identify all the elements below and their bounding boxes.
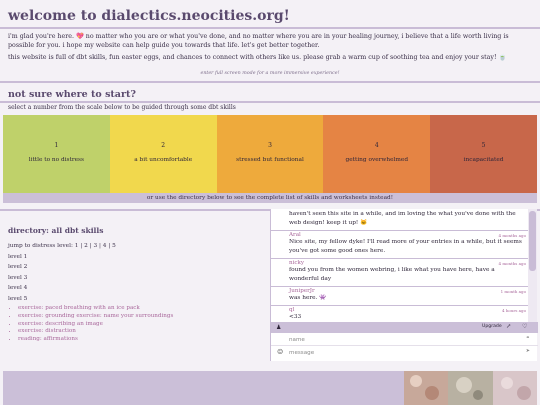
chat-toolbar: ♟ Upgrade ↗ ♡ bbox=[271, 322, 538, 333]
scale-level-1[interactable]: 1 little to no distress bbox=[3, 115, 110, 193]
chat-message: Aral 4 months ago Nice site, my fellow d… bbox=[271, 231, 529, 259]
jump-link-3[interactable]: 3 bbox=[93, 243, 97, 249]
scale-number: 1 bbox=[54, 142, 59, 149]
upgrade-link[interactable]: Upgrade bbox=[482, 324, 502, 329]
chat-message-text: <33 bbox=[289, 314, 302, 320]
message-row: ☺ ➤ bbox=[271, 346, 538, 359]
scale-number: 2 bbox=[161, 142, 166, 149]
jump-prefix: jump to distress level: bbox=[8, 243, 73, 249]
intro-text: i'm glad you're here. 💖 no matter who yo… bbox=[8, 33, 509, 49]
scale-label: getting overwhelmed bbox=[345, 157, 409, 163]
level-heading-5: level 5 bbox=[8, 295, 28, 302]
level-heading-2: level 2 bbox=[8, 264, 28, 270]
distress-scale: 1 little to no distress 2 a bit uncomfor… bbox=[3, 115, 537, 193]
user-icon[interactable]: ♟ bbox=[276, 324, 281, 331]
level-heading-3: level 3 bbox=[8, 274, 28, 281]
scale-number: 5 bbox=[481, 142, 486, 149]
exercise-list: exercise: paced breathing with an ice pa… bbox=[8, 305, 258, 344]
jump-link-4[interactable]: 4 bbox=[103, 243, 107, 249]
scrollbar-thumb[interactable] bbox=[529, 211, 536, 271]
fullscreen-note: enter full screen mode for a more immers… bbox=[200, 71, 340, 76]
exercise-link[interactable]: exercise: distraction bbox=[18, 328, 258, 336]
directory-link-bar[interactable]: or use the directory below to see the co… bbox=[3, 193, 537, 203]
scale-level-4[interactable]: 4 getting overwhelmed bbox=[323, 115, 431, 193]
start-divider bbox=[0, 101, 540, 103]
intro-text-2: this website is full of dbt skills, fun … bbox=[8, 54, 507, 61]
heart-icon[interactable]: ♡ bbox=[522, 323, 527, 330]
scale-label: a bit uncomfortable bbox=[134, 157, 193, 163]
chat-message: haven't seen this site in a while, and i… bbox=[271, 209, 529, 231]
chat-message: JuniperJr 1 month ago was here. 👾 bbox=[271, 287, 529, 306]
jump-link-1[interactable]: 1 bbox=[75, 243, 79, 249]
scale-level-2[interactable]: 2 a bit uncomfortable bbox=[109, 115, 217, 193]
key-icon[interactable]: ⚭ bbox=[526, 335, 530, 341]
exercise-link[interactable]: exercise: describing an image bbox=[18, 321, 258, 329]
chat-timestamp: 4 months ago bbox=[498, 261, 526, 266]
chat-message-text: haven't seen this site in a while, and i… bbox=[289, 211, 516, 226]
chat-timestamp: 4 months ago bbox=[498, 233, 526, 238]
chat-message: ql 4 hours ago <33 bbox=[271, 306, 529, 322]
jump-link-2[interactable]: 2 bbox=[84, 243, 88, 249]
scale-level-5[interactable]: 5 incapacitated bbox=[430, 115, 537, 193]
scale-level-3[interactable]: 3 stressed but functional bbox=[216, 115, 324, 193]
popout-icon[interactable]: ↗ bbox=[506, 323, 511, 330]
chat-timestamp: 4 hours ago bbox=[502, 308, 526, 313]
name-input[interactable] bbox=[289, 335, 509, 344]
page-title: welcome to dialectics.neocities.org! bbox=[8, 8, 290, 24]
chat-form: ⚭ ☺ ➤ bbox=[271, 333, 538, 361]
chat-scrollbar[interactable] bbox=[528, 209, 537, 322]
emoji-icon[interactable]: ☺ bbox=[277, 348, 283, 356]
exercise-link[interactable]: exercise: paced breathing with an ice pa… bbox=[18, 305, 258, 313]
chat-timestamp: 1 month ago bbox=[500, 289, 526, 294]
level-heading-4: level 4 bbox=[8, 285, 28, 291]
directory-title: directory: all dbt skills bbox=[8, 226, 104, 235]
chat-message-text: found you from the women webring, i like… bbox=[289, 267, 495, 282]
jump-to-level: jump to distress level: 1 | 2 | 3 | 4 | … bbox=[8, 243, 116, 249]
chat-message-text: was here. 👾 bbox=[289, 295, 327, 301]
scale-label: stressed but functional bbox=[236, 157, 304, 163]
footer-photo-collage bbox=[404, 371, 537, 405]
chat-message-text: Nice site, my fellow dyke! I'll read mor… bbox=[289, 239, 522, 254]
chat-message-list: haven't seen this site in a while, and i… bbox=[271, 209, 529, 322]
message-input[interactable] bbox=[289, 348, 509, 357]
chat-message: nicky 4 months ago found you from the wo… bbox=[271, 259, 529, 287]
title-divider bbox=[0, 27, 540, 29]
header: welcome to dialectics.neocities.org! i'm… bbox=[0, 0, 540, 83]
chatbox: haven't seen this site in a while, and i… bbox=[270, 209, 538, 361]
exercise-link[interactable]: reading: affirmations bbox=[18, 336, 258, 344]
exercise-link[interactable]: exercise: grounding exercise: name your … bbox=[18, 313, 258, 321]
send-icon[interactable]: ➤ bbox=[526, 348, 530, 354]
scale-number: 3 bbox=[268, 142, 272, 149]
start-subtitle: select a number from the scale below to … bbox=[8, 104, 236, 111]
name-row: ⚭ bbox=[271, 333, 538, 346]
scale-label: little to no distress bbox=[28, 157, 85, 163]
jump-link-5[interactable]: 5 bbox=[112, 243, 116, 249]
start-section-title: not sure where to start? bbox=[8, 89, 136, 100]
scale-label: incapacitated bbox=[463, 157, 504, 163]
level-heading-1: level 1 bbox=[8, 253, 28, 260]
scale-number: 4 bbox=[374, 142, 379, 149]
directory-section: directory: all dbt skills jump to distre… bbox=[8, 226, 258, 344]
footer-banner bbox=[3, 371, 537, 405]
